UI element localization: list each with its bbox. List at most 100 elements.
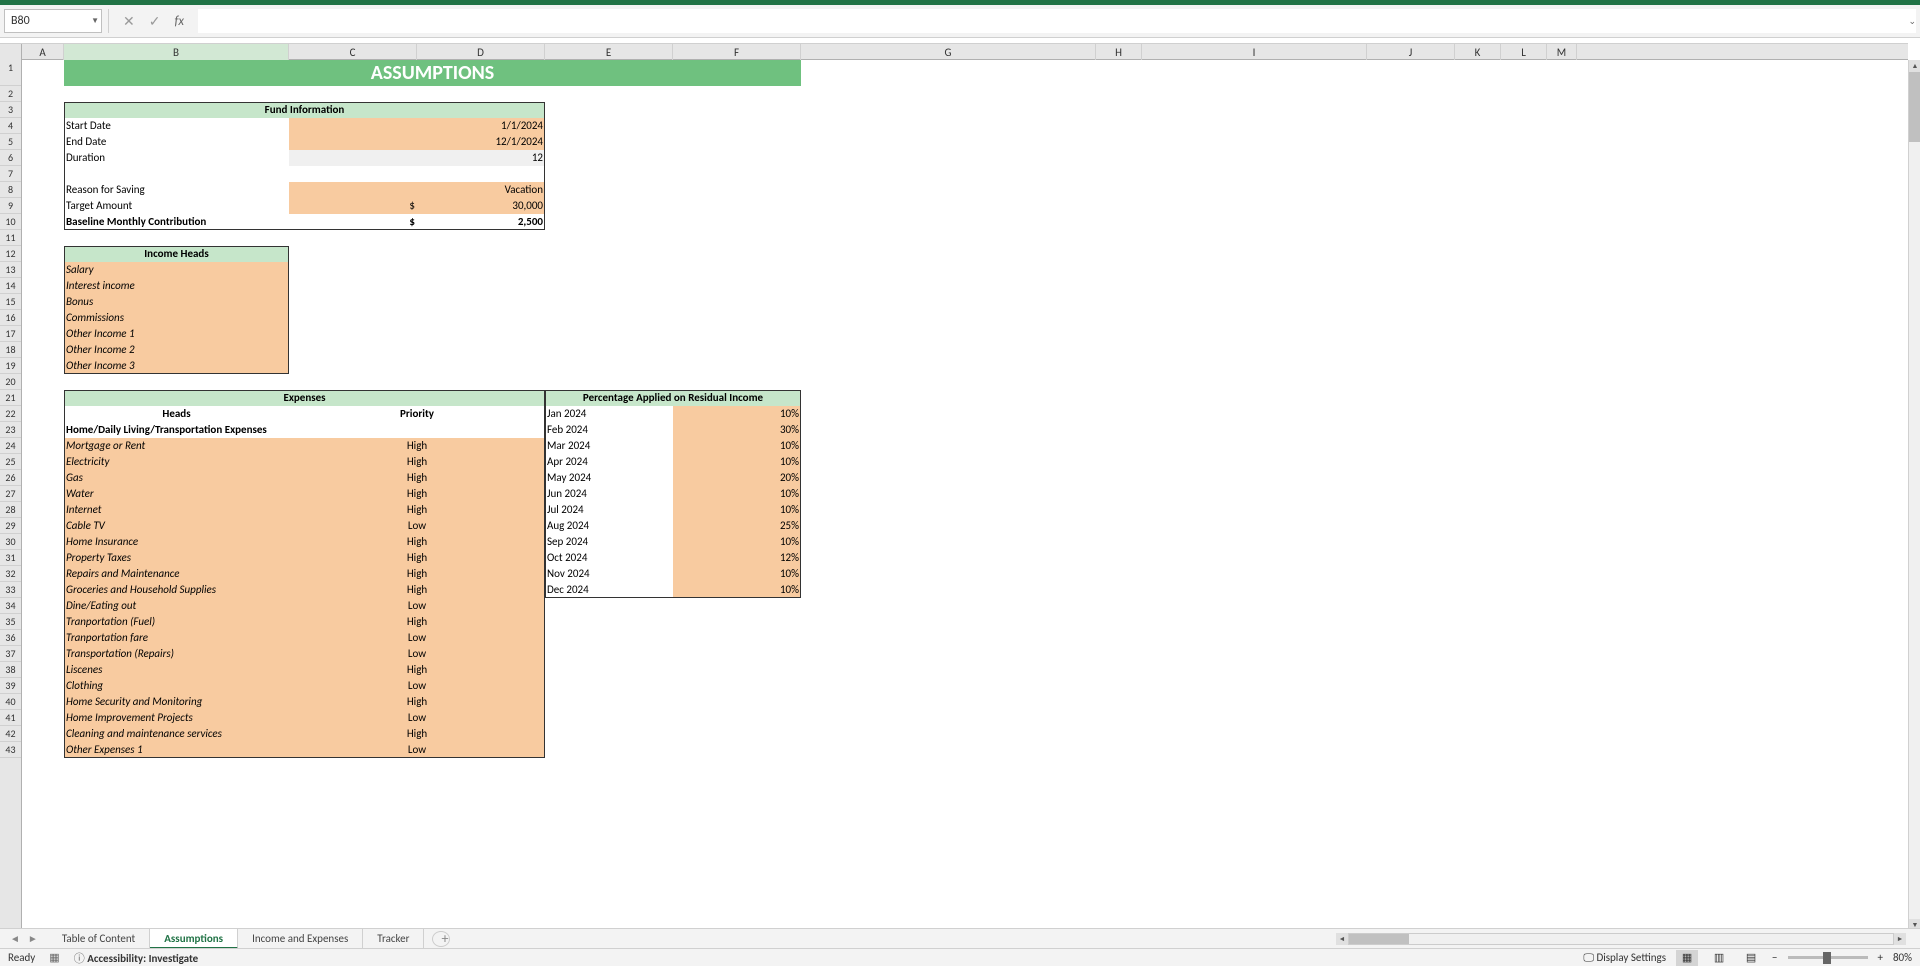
cell[interactable]: Aug 2024 [545, 518, 673, 534]
cell[interactable]: Mar 2024 [545, 438, 673, 454]
cell[interactable]: May 2024 [545, 470, 673, 486]
row-header-32[interactable]: 32 [0, 566, 21, 582]
row-header-22[interactable]: 22 [0, 406, 21, 422]
cell[interactable]: $ [289, 214, 417, 230]
cell[interactable]: Fund Information [64, 102, 545, 118]
cell[interactable]: Nov 2024 [545, 566, 673, 582]
col-header-A[interactable]: A [22, 44, 64, 61]
cell[interactable]: Target Amount [64, 198, 289, 214]
cell[interactable]: End Date [64, 134, 289, 150]
formula-expand-icon[interactable]: ⌄ [1908, 16, 1916, 27]
name-box[interactable]: B80 ▼ [4, 9, 102, 33]
cell[interactable]: 2,500 [417, 214, 545, 230]
cell[interactable]: Home Improvement Projects [64, 710, 289, 726]
sheet-tab-assumptions[interactable]: Assumptions [150, 929, 238, 949]
sheet-tab-tracker[interactable]: Tracker [363, 929, 424, 949]
row-header-2[interactable]: 2 [0, 86, 21, 102]
cell[interactable]: Electricity [64, 454, 289, 470]
tab-nav[interactable]: ◄ ► [0, 932, 48, 945]
cell[interactable]: Commissions [64, 310, 289, 326]
row-header-8[interactable]: 8 [0, 182, 21, 198]
cells-area[interactable]: ASSUMPTIONSFund InformationStart Date1/1… [22, 60, 1908, 931]
cell[interactable]: Low [289, 646, 545, 662]
macro-icon[interactable]: ▦ [49, 951, 59, 964]
assumptions-title[interactable]: ASSUMPTIONS [64, 60, 801, 86]
col-header-H[interactable]: H [1096, 44, 1142, 61]
cell[interactable]: Jan 2024 [545, 406, 673, 422]
row-header-30[interactable]: 30 [0, 534, 21, 550]
cell[interactable]: Jul 2024 [545, 502, 673, 518]
row-header-35[interactable]: 35 [0, 614, 21, 630]
row-header-13[interactable]: 13 [0, 262, 21, 278]
col-header-K[interactable]: K [1455, 44, 1501, 61]
zoom-level[interactable]: 80% [1893, 951, 1912, 964]
col-header-L[interactable]: L [1501, 44, 1547, 61]
col-header-G[interactable]: G [801, 44, 1096, 61]
cell[interactable]: 25% [673, 518, 801, 534]
cell[interactable]: Reason for Saving [64, 182, 289, 198]
cell[interactable]: Cable TV [64, 518, 289, 534]
cell[interactable]: Salary [64, 262, 289, 278]
cell[interactable]: Home/Daily Living/Transportation Expense… [64, 422, 417, 438]
cell[interactable]: High [289, 454, 545, 470]
row-header-19[interactable]: 19 [0, 358, 21, 374]
cell[interactable]: 10% [673, 566, 801, 582]
fx-icon[interactable]: fx [174, 14, 184, 29]
cell[interactable]: Expenses [64, 390, 545, 406]
cell[interactable]: Baseline Monthly Contribution [64, 214, 289, 230]
row-header-27[interactable]: 27 [0, 486, 21, 502]
cell[interactable]: Water [64, 486, 289, 502]
cell[interactable]: Other Expenses 1 [64, 742, 289, 758]
cell[interactable]: Oct 2024 [545, 550, 673, 566]
cell[interactable]: High [289, 726, 545, 742]
cell[interactable]: Percentage Applied on Residual Income [545, 390, 801, 406]
cell[interactable]: 10% [673, 534, 801, 550]
select-all-corner[interactable] [0, 44, 22, 61]
row-header-31[interactable]: 31 [0, 550, 21, 566]
cell[interactable]: 12 [289, 150, 545, 166]
name-box-dropdown-icon[interactable]: ▼ [91, 16, 99, 26]
cancel-icon[interactable]: ✕ [123, 13, 135, 30]
row-header-40[interactable]: 40 [0, 694, 21, 710]
cell[interactable]: Tranportation (Fuel) [64, 614, 289, 630]
cell[interactable]: 10% [673, 438, 801, 454]
cell[interactable]: Low [289, 598, 545, 614]
cell[interactable]: Property Taxes [64, 550, 289, 566]
cell[interactable]: Start Date [64, 118, 289, 134]
row-header-16[interactable]: 16 [0, 310, 21, 326]
row-header-24[interactable]: 24 [0, 438, 21, 454]
col-header-I[interactable]: I [1142, 44, 1367, 61]
cell[interactable]: High [289, 614, 545, 630]
row-header-21[interactable]: 21 [0, 390, 21, 406]
row-header-3[interactable]: 3 [0, 102, 21, 118]
row-header-9[interactable]: 9 [0, 198, 21, 214]
cell[interactable]: 30,000 [417, 198, 545, 214]
row-header-29[interactable]: 29 [0, 518, 21, 534]
col-header-J[interactable]: J [1367, 44, 1455, 61]
row-header-43[interactable]: 43 [0, 742, 21, 758]
cell[interactable]: 10% [673, 406, 801, 422]
cell[interactable]: Low [289, 518, 545, 534]
cell[interactable]: High [289, 534, 545, 550]
scroll-up-icon[interactable]: ▲ [1909, 60, 1920, 72]
cell[interactable]: Cleaning and maintenance services [64, 726, 289, 742]
cell[interactable]: Home Security and Monitoring [64, 694, 289, 710]
row-header-11[interactable]: 11 [0, 230, 21, 246]
row-header-28[interactable]: 28 [0, 502, 21, 518]
horizontal-scrollbar[interactable]: ◄ ► [1336, 932, 1906, 946]
row-header-25[interactable]: 25 [0, 454, 21, 470]
cell[interactable]: 20% [673, 470, 801, 486]
row-header-4[interactable]: 4 [0, 118, 21, 134]
cell[interactable]: High [289, 470, 545, 486]
tab-prev-icon[interactable]: ◄ [10, 932, 20, 945]
cell[interactable]: 10% [673, 582, 801, 598]
cell[interactable]: Dine/Eating out [64, 598, 289, 614]
sheet-tab-income-and-expenses[interactable]: Income and Expenses [238, 929, 363, 949]
add-sheet-button[interactable]: + [432, 931, 450, 947]
row-header-1[interactable]: 1 [0, 60, 21, 86]
cell[interactable]: High [289, 438, 545, 454]
row-header-26[interactable]: 26 [0, 470, 21, 486]
zoom-in-button[interactable]: + [1878, 951, 1883, 964]
formula-input[interactable] [198, 9, 1916, 33]
page-break-view-button[interactable]: ▤ [1740, 950, 1762, 966]
